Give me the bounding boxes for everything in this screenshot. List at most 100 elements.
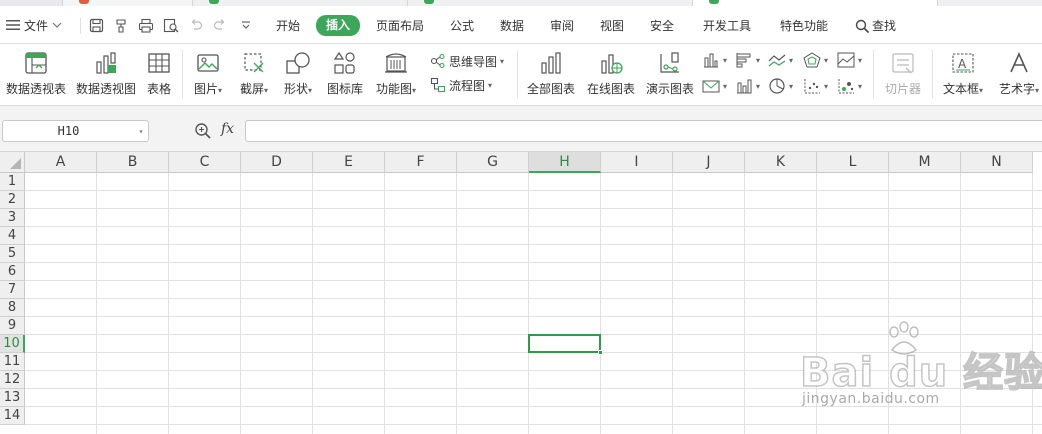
tab-security[interactable]: 安全	[650, 16, 674, 36]
online-chart-button[interactable]: 在线图表	[584, 48, 638, 100]
row-header-8[interactable]: 8	[0, 299, 25, 317]
grid-column-line	[168, 173, 169, 434]
demo-chart-button[interactable]: 演示图表	[643, 48, 697, 100]
column-header-g[interactable]: G	[457, 152, 529, 173]
undo-icon[interactable]	[186, 15, 206, 35]
grid-column-line	[384, 173, 385, 434]
tab-special-features[interactable]: 特色功能	[780, 16, 828, 36]
file-menu-button[interactable]: 文件	[6, 15, 62, 35]
tab-developer[interactable]: 开发工具	[703, 16, 751, 36]
row-header-5[interactable]: 5	[0, 245, 25, 263]
row-header-14[interactable]: 14	[0, 407, 25, 425]
tab-data[interactable]: 数据	[500, 16, 524, 36]
area-chart-dropdown[interactable]: ▾	[837, 49, 862, 71]
search-button[interactable]: 查找	[855, 16, 896, 36]
zoom-icon[interactable]	[194, 122, 212, 140]
selected-cell-h10[interactable]	[528, 334, 603, 355]
column-header-c[interactable]: C	[169, 152, 241, 173]
shape-button[interactable]: 形状▾	[280, 48, 316, 100]
svg-text:A: A	[958, 57, 967, 71]
grid-row-line	[25, 262, 1042, 263]
picture-button[interactable]: 图片▾	[190, 48, 226, 100]
grid-column-line	[528, 173, 529, 434]
print-icon[interactable]	[136, 15, 156, 35]
combo-chart-dropdown[interactable]: ▾	[702, 75, 727, 97]
row-header-4[interactable]: 4	[0, 227, 25, 245]
column-header-d[interactable]: D	[241, 152, 313, 173]
tab-review[interactable]: 审阅	[550, 16, 574, 36]
screenshot-icon	[244, 53, 264, 73]
select-all-corner[interactable]	[0, 152, 25, 173]
column-header-h[interactable]: H	[529, 152, 601, 173]
bar-chart-dropdown[interactable]: ▾	[735, 49, 760, 71]
wordart-button[interactable]: 艺术字▾	[996, 48, 1042, 100]
column-header-i[interactable]: I	[601, 152, 673, 173]
format-painter-icon[interactable]	[111, 15, 131, 35]
row-header-12[interactable]: 12	[0, 371, 25, 389]
divider	[80, 18, 81, 34]
table-icon	[148, 53, 170, 73]
screenshot-button[interactable]: 截屏▾	[236, 48, 272, 100]
row-header-3[interactable]: 3	[0, 209, 25, 227]
row-header-13[interactable]: 13	[0, 389, 25, 407]
print-preview-icon[interactable]	[161, 15, 181, 35]
scatter-chart-dropdown[interactable]: ▾	[803, 75, 828, 97]
radar-chart-dropdown[interactable]: ▾	[803, 49, 828, 71]
table-button[interactable]: 表格	[144, 48, 174, 100]
mind-map-button[interactable]: 思维导图 ▾	[430, 50, 504, 72]
row-header-2[interactable]: 2	[0, 191, 25, 209]
row-header-11[interactable]: 11	[0, 353, 25, 371]
stock-chart-dropdown[interactable]: ▾	[735, 75, 760, 97]
search-label: 查找	[872, 19, 897, 33]
tab-home[interactable]: 开始	[276, 16, 300, 36]
column-header-n[interactable]: N	[961, 152, 1033, 173]
column-chart-dropdown[interactable]: ▾	[702, 49, 727, 71]
name-box-value: H10	[57, 124, 80, 138]
flowchart-button[interactable]: 流程图 ▾	[430, 74, 492, 96]
textbox-button[interactable]: A 文本框▾	[938, 48, 988, 100]
redo-icon[interactable]	[210, 15, 230, 35]
name-box[interactable]: H10 ▾	[2, 120, 149, 142]
column-header-j[interactable]: J	[673, 152, 745, 173]
bubble-chart-dropdown[interactable]: ▾	[837, 75, 862, 97]
line-chart-dropdown[interactable]: ▾	[768, 49, 793, 71]
tab-formulas[interactable]: 公式	[450, 16, 474, 36]
row-header-1[interactable]: 1	[0, 173, 25, 191]
all-charts-button[interactable]: 全部图表	[524, 48, 578, 100]
save-icon[interactable]	[86, 15, 106, 35]
grid-column-line	[312, 173, 313, 434]
function-chart-button[interactable]: 功能图▾	[372, 48, 420, 100]
row-header-10[interactable]: 10	[0, 335, 25, 353]
row-header-6[interactable]: 6	[0, 263, 25, 281]
pivot-table-button[interactable]: 数据透视表	[4, 48, 68, 100]
column-header-e[interactable]: E	[313, 152, 385, 173]
insert-function-icon[interactable]: fx	[221, 121, 234, 137]
row-header-9[interactable]: 9	[0, 317, 25, 335]
column-header-k[interactable]: K	[745, 152, 817, 173]
column-header-f[interactable]: F	[385, 152, 457, 173]
grid-column-line	[456, 173, 457, 434]
pie-chart-icon	[769, 78, 785, 94]
row-header-7[interactable]: 7	[0, 281, 25, 299]
tab-view[interactable]: 视图	[600, 16, 624, 36]
icon-library-button[interactable]: 图标库	[326, 48, 364, 100]
formula-input[interactable]	[245, 120, 1042, 142]
pie-chart-dropdown[interactable]: ▾	[768, 75, 793, 97]
column-header-a[interactable]: A	[25, 152, 97, 173]
insert-ribbon: 数据透视表 数据透视图 表格 图片▾ 截屏▾ 形状▾ 图标库 功能图▾ 思维导图…	[0, 44, 1042, 106]
tab-insert[interactable]: 插入	[316, 15, 361, 36]
slicer-button[interactable]: 切片器	[880, 48, 926, 100]
column-header-l[interactable]: L	[817, 152, 889, 173]
column-header-m[interactable]: M	[889, 152, 961, 173]
fill-handle[interactable]	[598, 350, 603, 355]
chevron-down-icon[interactable]: ▾	[134, 127, 148, 136]
pivot-chart-button[interactable]: 数据透视图	[74, 48, 138, 100]
envelope-chart-icon	[702, 80, 720, 93]
tab-page-layout[interactable]: 页面布局	[376, 16, 424, 36]
customize-toolbar-icon[interactable]	[236, 15, 256, 35]
grid-row-line	[25, 298, 1042, 299]
column-header-b[interactable]: B	[97, 152, 169, 173]
textbox-label: 文本框▾	[942, 82, 984, 96]
chevron-down-icon	[52, 22, 62, 28]
menu-bar: 文件 开始 插入 页面布局 公式 数据 审阅 视图 安全 开发工具 特色功能 查…	[0, 6, 1042, 44]
